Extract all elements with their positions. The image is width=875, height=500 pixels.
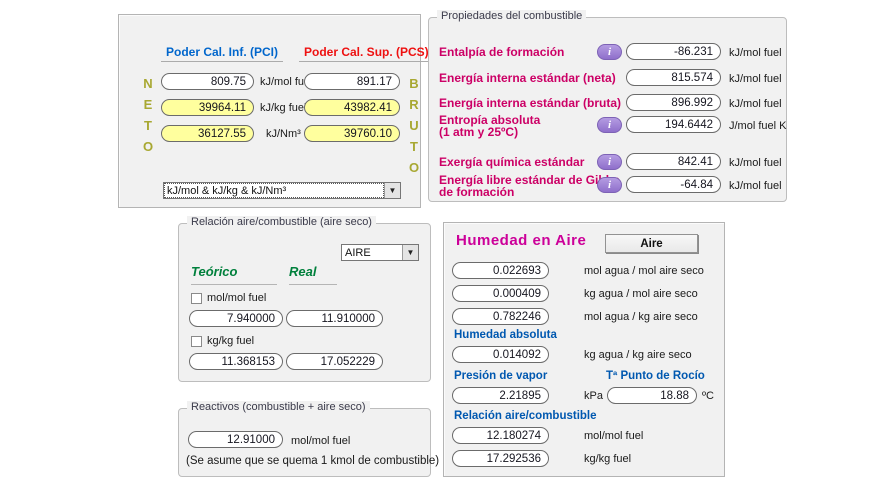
mol-ratio-checkbox-row[interactable]: mol/mol fuel [191,292,266,304]
humid-afr-kg-field[interactable]: 17.292536 [452,450,549,467]
unit-label: mol/mol fuel [291,435,351,447]
unit-label: kg/kg fuel [584,453,632,465]
mass-ratio-checkbox-label: kg/kg fuel [207,335,255,347]
absolute-humidity-label: Humedad absoluta [454,329,557,341]
unit-label: mol agua / kg aire seco [584,311,698,323]
reactants-panel: Reactivos (combustible + aire seco) 12.9… [178,401,439,477]
mol-kg-humidity-field[interactable]: 0.782246 [452,308,549,325]
mass-ratio-checkbox-row[interactable]: kg/kg fuel [191,335,254,347]
info-button[interactable]: i [597,177,622,193]
reactants-title: Reactivos (combustible + aire seco) [187,401,370,413]
pcs-volume-field[interactable]: 39760.10 [304,125,400,142]
info-button[interactable]: i [597,44,622,60]
enthalpy-field[interactable]: -86.231 [626,43,721,60]
air-button[interactable]: Aire [605,234,698,253]
pcs-molar-field[interactable]: 891.17 [304,73,400,90]
gibbs-energy-field[interactable]: -64.84 [626,176,721,193]
unit-label: mol/mol fuel [584,430,644,442]
pci-molar-field[interactable]: 809.75 [161,73,254,90]
mol-ratio-checkbox[interactable] [191,292,202,304]
unit-label: kg agua / mol aire seco [584,288,698,300]
enthalpy-label: Entalpía de formación [439,45,565,59]
neto-vertical-label: N E T O [142,76,154,154]
vapor-pressure-label: Presión de vapor [454,370,548,382]
unit-label: kJ/mol fuel [729,98,782,110]
kg-mol-humidity-field[interactable]: 0.000409 [452,285,549,302]
gibbs-energy-label: Energía libre estándar de Gibbs de forma… [439,173,620,199]
chevron-down-icon[interactable]: ▼ [402,245,418,260]
vapor-pressure-field[interactable]: 2.21895 [452,387,549,404]
info-button[interactable]: i [597,117,622,133]
dew-point-field[interactable]: 18.88 [607,387,697,404]
pci-mass-field[interactable]: 39964.11 [161,99,254,116]
entropy-label: Entropía absoluta (1 atm y 25ºC) [439,113,541,139]
fuel-properties-title: Propiedades del combustible [437,10,587,22]
unit-label: J/mol fuel K [729,120,787,132]
reactants-field[interactable]: 12.91000 [188,431,283,448]
assumption-note: (Se asume que se quema 1 kmol de combust… [186,455,440,467]
pci-volume-field[interactable]: 36127.55 [161,125,254,142]
unit-label: kJ/Nm³ [266,128,301,140]
unit-label: kJ/kg fuel [260,102,307,114]
app-window: Poder Cal. Inf. (PCI) Poder Cal. Sup. (P… [0,0,875,500]
internal-energy-net-label: Energía interna estándar (neta) [439,71,616,85]
mol-ratio-real-field[interactable]: 11.910000 [286,310,383,327]
entropy-field[interactable]: 194.6442 [626,116,721,133]
bruto-vertical-label: B R U T O [408,76,420,175]
unit-label: kJ/mol fuel [729,47,782,59]
mol-ratio-checkbox-label: mol/mol fuel [207,292,267,304]
unit-label: mol agua / mol aire seco [584,265,704,277]
unit-label: ºC [702,390,714,402]
heating-value-panel: Poder Cal. Inf. (PCI) Poder Cal. Sup. (P… [118,14,434,208]
unit-label: kJ/mol fuel [729,180,782,192]
units-combobox-value: kJ/mol & kJ/kg & kJ/Nm³ [164,183,384,198]
mol-humidity-field[interactable]: 0.022693 [452,262,549,279]
unit-label: kJ/mol fuel [729,73,782,85]
unit-label: kJ/mol fuel [729,157,782,169]
mass-ratio-real-field[interactable]: 17.052229 [286,353,383,370]
mass-ratio-checkbox[interactable] [191,335,202,347]
pcs-mass-field[interactable]: 43982.41 [304,99,400,116]
dew-point-label: Tª Punto de Rocío [606,370,705,382]
humid-afr-mol-field[interactable]: 12.180274 [452,427,549,444]
unit-label: kg agua / kg aire seco [584,349,692,361]
mass-ratio-theoretical-field[interactable]: 11.368153 [189,353,283,370]
internal-energy-gross-label: Energía interna estándar (bruta) [439,96,622,110]
info-button[interactable]: i [597,154,622,170]
air-humidity-panel: Humedad en Aire Aire 0.022693 mol agua /… [443,222,725,477]
exergy-label: Exergía química estándar [439,155,585,169]
internal-energy-gross-field[interactable]: 896.992 [626,94,721,111]
absolute-humidity-field[interactable]: 0.014092 [452,346,549,363]
air-fuel-ratio-title: Relación aire/combustible (aire seco) [187,216,376,228]
real-header: Real [289,264,337,285]
mol-ratio-theoretical-field[interactable]: 7.940000 [189,310,283,327]
humid-afr-label: Relación aire/combustible [454,410,597,422]
exergy-field[interactable]: 842.41 [626,153,721,170]
internal-energy-net-field[interactable]: 815.574 [626,69,721,86]
theoretical-header: Teórico [191,264,277,285]
air-combobox[interactable]: AIRE ▼ [341,244,419,261]
chevron-down-icon[interactable]: ▼ [384,183,400,198]
unit-label: kPa [584,390,603,402]
air-humidity-title: Humedad en Aire [456,232,587,249]
air-fuel-ratio-panel: Relación aire/combustible (aire seco) AI… [178,216,431,382]
air-combobox-value: AIRE [345,246,371,259]
fuel-properties-panel: Propiedades del combustible Entalpía de … [428,10,787,202]
pcs-header: Poder Cal. Sup. (PCS) [299,45,434,62]
units-combobox[interactable]: kJ/mol & kJ/kg & kJ/Nm³ ▼ [163,182,401,199]
pci-header: Poder Cal. Inf. (PCI) [161,45,284,62]
